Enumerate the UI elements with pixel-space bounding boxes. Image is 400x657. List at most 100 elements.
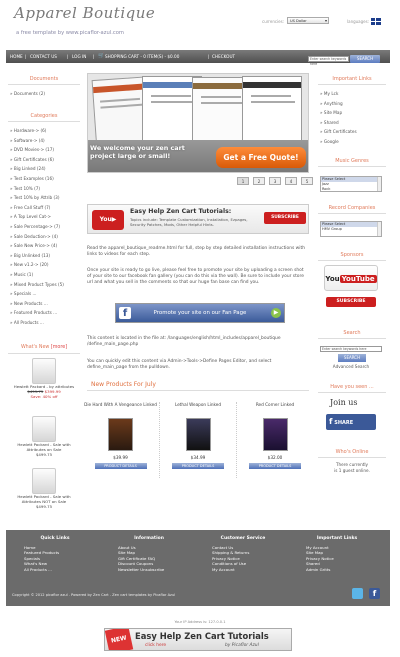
site-logo[interactable]: Apparel Boutique (14, 4, 155, 22)
youtube-sponsor-logo[interactable]: You YouTube (324, 265, 378, 291)
nav-home[interactable]: HOME (10, 50, 23, 63)
footer-link[interactable]: Admin Gritts (306, 567, 382, 573)
category-link[interactable]: » Featured Products ... (10, 308, 82, 318)
category-link[interactable]: » Software-> (4) (10, 136, 82, 146)
product-card-3[interactable]: Red Corner Linked $32.00 PRODUCT DETAILS (236, 402, 313, 478)
category-link[interactable]: » Test 10% by Attrib (3) (10, 193, 82, 203)
arrow-right-icon: ▶ (271, 308, 281, 318)
new-item-2[interactable]: Hewlett Packard - Sale with Attributes o… (8, 416, 80, 458)
record-companies-select[interactable]: Please Select HMV Group (320, 221, 382, 237)
printer-image (32, 358, 56, 384)
product-details-button[interactable]: PRODUCT DETAILS (94, 463, 147, 469)
documents-link[interactable]: » Documents (2) (10, 89, 45, 99)
free-quote-button[interactable]: Get a Free Quote! (216, 147, 306, 168)
new-item-3[interactable]: Hewlett Packard - Sale with Attributes N… (8, 468, 80, 510)
record-companies-heading: Record Companies (318, 205, 386, 214)
product-name: Lethal Weapon Linked (174, 402, 222, 407)
nav-checkout[interactable]: CHECKOUT (212, 50, 235, 63)
location-paragraph: This content is located in the file at: … (87, 336, 281, 347)
join-us-text: Join us (330, 398, 358, 407)
header-search-input[interactable]: Enter search keywords here (308, 56, 349, 66)
category-link[interactable]: » Mixed Product Types (5) (10, 280, 82, 290)
category-link[interactable]: » Big Unlinked (13) (10, 251, 82, 261)
whats-new-more-link[interactable]: [more] (51, 345, 67, 350)
yt-subscribe-button[interactable]: SUBSCRIBE (264, 212, 306, 224)
category-link[interactable]: » New Products ... (10, 299, 82, 309)
product-name: Red Corner Linked (255, 402, 295, 407)
twitter-icon[interactable] (352, 588, 363, 599)
category-link[interactable]: » Test 10% (7) (10, 184, 82, 194)
youtube-tutorials-banner[interactable]: You▶ Easy Help Zen Cart Tutorials: Topic… (87, 204, 309, 234)
click-here-link[interactable]: click here (145, 643, 166, 648)
category-link[interactable]: » Test Examples (16) (10, 174, 82, 184)
category-link[interactable]: » DVD Movies-> (17) (10, 145, 82, 155)
category-link[interactable]: » Sale New Price-> (4) (10, 241, 82, 251)
english-flag-icon[interactable] (371, 18, 381, 25)
product-details-button[interactable]: PRODUCT DETAILS (249, 463, 301, 469)
slide-page-1[interactable]: 1 (237, 177, 249, 185)
new-item-price: $499.75 (35, 452, 53, 458)
nav-cart[interactable]: SHOPPING CART - 0 ITEM(S) - $0.00 (105, 50, 179, 63)
product-name: Die Hard With A Vengeance Linked (84, 402, 157, 407)
footer-link[interactable]: My Account (212, 567, 288, 573)
nav-contact[interactable]: CONTACT US (30, 50, 57, 63)
save-text: Save: 40% off (30, 394, 58, 400)
slide-page-5[interactable]: 5 (301, 177, 313, 185)
slide-page-3[interactable]: 3 (269, 177, 281, 185)
footer-customer-service: Customer Service Contact Us Shipping & Ret… (198, 536, 288, 573)
important-link[interactable]: » Anything (320, 99, 386, 109)
product-image (108, 418, 133, 451)
category-link[interactable]: » All Products ... (10, 318, 82, 328)
documents-heading: Documents (8, 76, 80, 85)
facebook-share-button[interactable]: f SHARE (326, 414, 376, 430)
cart-icon: 🛒 (98, 53, 105, 59)
scrollbar[interactable] (377, 177, 381, 191)
category-link[interactable]: » Big Linked (24) (10, 164, 82, 174)
sidebar-search-button[interactable]: SEARCH (338, 354, 366, 362)
facebook-icon[interactable]: f (369, 588, 380, 599)
nav-login[interactable]: LOG IN (72, 50, 86, 63)
whos-online-heading: Who's Online (318, 449, 386, 458)
product-card-1[interactable]: Die Hard With A Vengeance Linked $39.99 … (82, 402, 159, 478)
footer-link[interactable]: All Products ... (24, 567, 100, 573)
footer-link[interactable]: Newsletter Unsubscribe (118, 567, 194, 573)
category-link[interactable]: » Hardware-> (6) (10, 126, 82, 136)
category-link[interactable]: » Music (1) (10, 270, 82, 280)
important-link[interactable]: » My Lck (320, 89, 386, 99)
product-details-button[interactable]: PRODUCT DETAILS (172, 463, 224, 469)
youtube-subscribe-button[interactable]: SUBSCRIBE (326, 297, 376, 307)
zen-cart-tutorials-banner[interactable]: NEW Easy Help Zen Cart Tutorials click h… (104, 628, 292, 651)
header-search-button[interactable]: SEARCH (350, 55, 380, 63)
product-price: $34.99 (190, 455, 206, 460)
new-item-price: $499.75 (35, 504, 53, 510)
whos-online-text: There currently is 1 guest online. (334, 462, 370, 473)
product-card-2[interactable]: Lethal Weapon Linked $34.99 PRODUCT DETA… (159, 402, 236, 478)
category-link[interactable]: » Gift Certificates (6) (10, 155, 82, 165)
footer-important-links: Important Links My Account Site Map Privacy… (292, 536, 382, 573)
yt-banner-topics: Topics include: Template Customization, … (130, 217, 248, 227)
currency-select[interactable]: US Dollar ▾ (287, 17, 329, 24)
category-link[interactable]: » A Top Level Cat-> (10, 212, 82, 222)
advanced-search-link[interactable]: Advanced Search (320, 364, 382, 369)
slide-page-2[interactable]: 2 (253, 177, 265, 185)
category-link[interactable]: » Specials ... (10, 289, 82, 299)
category-link[interactable]: » Sale Percentage-> (7) (10, 222, 82, 232)
category-link[interactable]: » Sale Deduction-> (4) (10, 232, 82, 242)
category-link[interactable]: » Free Call Stuff (7) (10, 203, 82, 213)
important-link[interactable]: » Gift Certificates (320, 127, 386, 137)
sidebar-search-input[interactable]: Enter search keywords here (320, 346, 382, 352)
important-links-list: » My Lck» Anything» Site Map» Shared» Gi… (320, 89, 386, 147)
category-link[interactable]: » New v1.2-> (20) (10, 260, 82, 270)
facebook-icon: f (329, 417, 333, 426)
fan-page-button[interactable]: f Promote your site on our Fan Page ▶ (115, 303, 285, 323)
important-link[interactable]: » Shared (320, 118, 386, 128)
welcome-text: We welcome your zen cart project large or… (90, 144, 185, 160)
slide-page-4[interactable]: 4 (285, 177, 297, 185)
product-image (185, 418, 211, 451)
important-link[interactable]: » Site Map (320, 108, 386, 118)
new-item-1[interactable]: Hewlett Packard - by attributes $499.75 … (8, 358, 80, 400)
music-genres-select[interactable]: Please Select Jazz Rock (320, 176, 382, 192)
intro-paragraph: Read the apparel_boutique_readme.html fo… (87, 246, 305, 257)
scrollbar[interactable] (377, 222, 381, 236)
important-link[interactable]: » Google (320, 137, 386, 147)
